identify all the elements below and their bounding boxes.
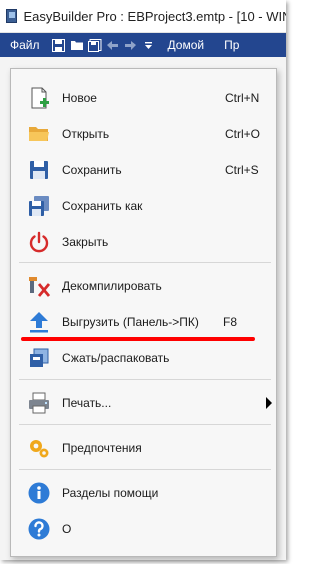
redo-icon[interactable]: [122, 33, 140, 57]
menu-item-save[interactable]: Сохранить Ctrl+S: [11, 152, 276, 188]
info-icon: [28, 482, 50, 504]
menu-item-upload-panel-to-pc[interactable]: Выгрузить (Панель->ПК) F8: [11, 304, 276, 340]
menu-item-label: О: [62, 522, 72, 536]
menu-separator: [19, 379, 271, 380]
menu-item-decompile[interactable]: Декомпилировать: [11, 268, 276, 304]
menu-item-compress[interactable]: Сжать/распаковать: [11, 340, 276, 376]
shortcut-label: Ctrl+N: [225, 91, 260, 105]
decompile-icon: [29, 277, 51, 297]
folder-icon[interactable]: [68, 33, 86, 57]
menu-item-label: Печать...: [62, 396, 112, 410]
menu-home[interactable]: Домой: [158, 38, 215, 52]
undo-icon[interactable]: [104, 33, 122, 57]
save-as-icon: [29, 196, 49, 216]
printer-icon: [29, 392, 49, 414]
new-file-icon: [31, 87, 49, 109]
help-icon: [28, 518, 50, 540]
menu-item-label: Разделы помощи: [62, 486, 159, 500]
shortcut-label: F8: [223, 315, 238, 329]
menu-item-label: Закрыть: [62, 235, 109, 249]
application-window: EasyBuilder Pro : EBProject3.emtp - [10 …: [0, 0, 286, 560]
compress-icon: [30, 348, 49, 367]
app-logo-icon: [6, 9, 18, 23]
preferences-icon: [30, 440, 49, 458]
menu-separator: [19, 424, 271, 425]
file-menu-dropdown: Новое Ctrl+N Открыть Ctrl+O Сохранить Ct…: [10, 68, 277, 557]
menu-item-open[interactable]: Открыть Ctrl+O: [11, 116, 276, 152]
power-icon: [29, 231, 49, 253]
upload-icon: [30, 312, 48, 333]
menu-item-about[interactable]: О: [11, 511, 276, 547]
menu-next[interactable]: Пр: [214, 38, 249, 52]
menu-item-print[interactable]: Печать...: [11, 385, 276, 421]
window-title: EasyBuilder Pro : EBProject3.emtp - [10 …: [23, 8, 286, 24]
menu-item-preferences[interactable]: Предпочтения: [11, 430, 276, 466]
menu-item-label: Открыть: [62, 127, 110, 141]
title-bar: EasyBuilder Pro : EBProject3.emtp - [10 …: [0, 0, 286, 33]
menu-bar: Файл Домой Пр: [0, 33, 286, 57]
menu-item-close[interactable]: Закрыть: [11, 224, 276, 260]
menu-item-label: Предпочтения: [62, 441, 142, 455]
save-icon[interactable]: [50, 33, 68, 57]
menu-separator: [19, 469, 271, 470]
menu-item-label: Декомпилировать: [62, 279, 162, 293]
shortcut-label: Ctrl+S: [225, 163, 259, 177]
menu-item-save-as[interactable]: Сохранить как: [11, 188, 276, 224]
menu-item-new[interactable]: Новое Ctrl+N: [11, 80, 276, 116]
submenu-arrow-icon: [266, 397, 272, 409]
menu-item-help-topics[interactable]: Разделы помощи: [11, 475, 276, 511]
shortcut-label: Ctrl+O: [225, 127, 261, 141]
save-icon: [30, 161, 48, 179]
menu-item-label: Сохранить как: [62, 199, 143, 213]
folder-open-icon: [29, 127, 49, 141]
menu-item-label: Сжать/распаковать: [62, 351, 170, 365]
highlight-underline: [21, 337, 255, 341]
save-all-icon[interactable]: [86, 33, 104, 57]
quick-access-dropdown-icon[interactable]: [140, 33, 158, 57]
menu-file[interactable]: Файл: [0, 38, 50, 52]
menu-item-label: Сохранить: [62, 163, 122, 177]
menu-item-label: Выгрузить (Панель->ПК): [62, 315, 199, 329]
menu-item-label: Новое: [62, 91, 97, 105]
menu-separator: [19, 262, 271, 263]
